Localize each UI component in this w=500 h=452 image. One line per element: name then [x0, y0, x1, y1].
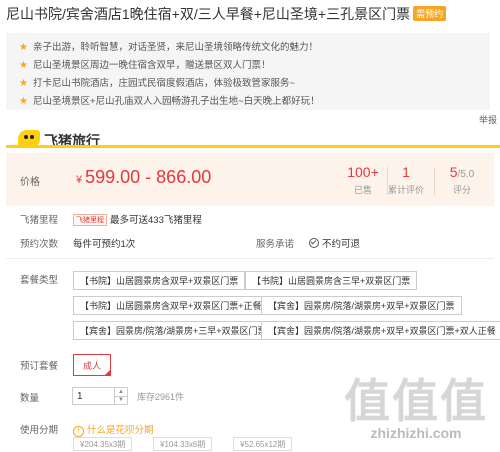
feature-item: ★ 亲子出游，聆听智慧，对话圣贤，来尼山圣境领略传统文化的魅力！	[19, 39, 318, 53]
installment-option[interactable]: ¥52.65x12期	[233, 437, 293, 451]
points-label: 飞猪里程	[20, 215, 59, 226]
package-option[interactable]: 【书院】山居圆景房含双早+双景区门票	[73, 271, 246, 290]
feature-item: ★ 尼山圣境景区+尼山孔庙双人入园畅游孔子出生地~白天晚上都好玩！	[19, 93, 320, 107]
points-text: 最多可送433飞猪里程	[110, 215, 202, 226]
rating-label: 评分	[452, 185, 471, 195]
report-link[interactable]: 举报	[479, 113, 497, 126]
section-divider	[6, 258, 494, 259]
star-icon: ★	[19, 42, 28, 53]
installment-label: 使用分期	[20, 425, 59, 436]
quantity-stepper[interactable]: 1 ▲ ▼	[72, 387, 128, 405]
quantity-value: 1	[77, 391, 83, 402]
service-label: 服务承诺	[256, 239, 295, 250]
reservation-badge: 需预约	[413, 6, 447, 21]
price-value: ¥599.00 - 866.00	[76, 167, 211, 188]
price-panel: 价格 ¥599.00 - 866.00 100+ 已售 1 累计评价 5/5.0…	[6, 153, 494, 206]
brand-name: 飞猪旅行	[44, 133, 100, 149]
star-icon: ★	[19, 96, 28, 107]
quantity-label: 数量	[20, 393, 40, 404]
package-option[interactable]: 【书院】山居圆景房含三早+双景区门票	[245, 271, 418, 290]
installment-help-link[interactable]: ! 什么是花呗分期	[73, 422, 154, 437]
rating: 5/5.0 评分	[437, 164, 487, 196]
stat-divider	[434, 167, 435, 195]
feature-text: 打卡尼山书院酒店，庄园式民宿度假酒店，体验极致管家服务~	[32, 78, 296, 89]
points-info: 飞猪里程 最多可送433飞猪里程	[73, 212, 202, 226]
installment-option[interactable]: ¥204.35x3期	[73, 437, 133, 451]
watermark-logo: 值值值	[344, 375, 488, 427]
price-range: 599.00 - 866.00	[85, 167, 212, 187]
points-badge: 飞猪里程	[73, 214, 107, 226]
package-option[interactable]: 【宾舍】园景房/院落/湖景房+双早+双景区门票+双人正餐	[261, 321, 500, 340]
watermark-site: zhizhizhi.com	[370, 425, 462, 441]
brand-divider	[6, 145, 500, 148]
star-icon: ★	[19, 60, 28, 71]
installment-option[interactable]: ¥104.33x6期	[153, 437, 213, 451]
package-option[interactable]: 【宾舍】园景房/院落/湖景房+双早+双景区门票	[261, 296, 462, 315]
package-option[interactable]: 【宾舍】园景房/院落/湖景房+三早+双景区门票	[73, 321, 274, 340]
star-icon: ★	[19, 78, 28, 89]
review-value: 1	[402, 164, 410, 180]
package-label: 套餐类型	[20, 275, 59, 286]
review-count[interactable]: 1 累计评价	[381, 164, 431, 196]
meal-label: 预订套餐	[20, 361, 59, 372]
info-icon: !	[73, 426, 84, 437]
feature-text: 尼山圣境景区周边一晚住宿含双早，赠送景区双人门票！	[32, 60, 271, 71]
stock-count: 库存2961件	[137, 392, 185, 402]
watermark: 值值值 zhizhizhi.com	[344, 377, 488, 441]
service-value: 不约可退	[309, 236, 360, 250]
feature-item: ★ 尼山圣境景区周边一晚住宿含双早，赠送景区双人门票！	[19, 57, 270, 71]
booking-value: 每件可预约1次	[73, 239, 136, 250]
product-title-text: 尼山书院/宾舍酒店1晚住宿+双/三人早餐+尼山圣境+三孔景区门票	[6, 6, 411, 22]
meal-option-adult[interactable]: 成人	[73, 354, 112, 376]
feature-list: ★ 亲子出游，聆听智慧，对话圣贤，来尼山圣境领略传统文化的魅力！ ★ 尼山圣境景区周…	[6, 33, 490, 110]
feature-item: ★ 打卡尼山书院酒店，庄园式民宿度假酒店，体验极致管家服务~	[19, 75, 295, 89]
product-title: 尼山书院/宾舍酒店1晚住宿+双/三人早餐+尼山圣境+三孔景区门票 需预约	[6, 4, 496, 24]
price-label: 价格	[20, 177, 40, 188]
check-circle-icon	[309, 238, 319, 248]
review-label: 累计评价	[387, 185, 424, 195]
package-option[interactable]: 【书院】山居圆景房含双早+双景区门票+正餐	[73, 296, 269, 315]
booking-label: 预约次数	[20, 239, 59, 250]
feature-text: 尼山圣境景区+尼山孔庙双人入园畅游孔子出生地~白天晚上都好玩！	[32, 96, 320, 107]
decrement-icon[interactable]: ▼	[114, 396, 127, 404]
feature-text: 亲子出游，聆听智慧，对话圣贤，来尼山圣境领略传统文化的魅力！	[32, 42, 318, 53]
currency-symbol: ¥	[76, 174, 83, 186]
rating-value: 5/5.0	[449, 164, 475, 180]
